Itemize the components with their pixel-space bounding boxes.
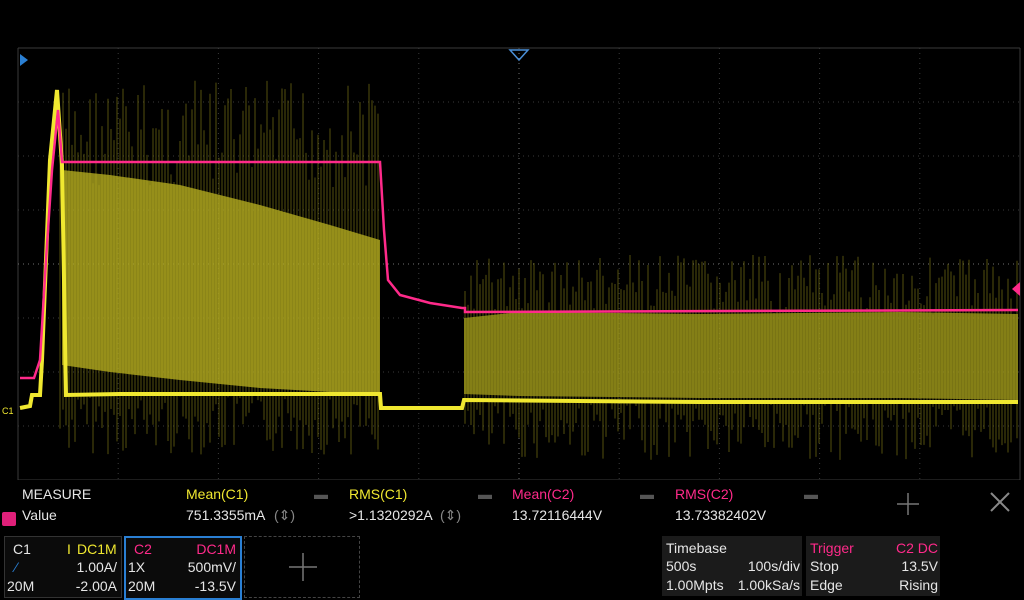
ch2-probe: 1X [128, 559, 146, 575]
ch2-name: C2 [134, 541, 152, 557]
ch1-marker-label: C1 [2, 406, 14, 416]
trigger-source: C2 DC [895, 540, 938, 556]
timebase-scale: 100s/div [747, 558, 800, 574]
status-bar: C1 I DC1M ⁄ 1.00A/ 20M -2.00A C2 DC1M 1X… [0, 534, 1024, 600]
trigger-type: Edge [810, 577, 843, 593]
measure-col-4-name[interactable]: RMS(C2) [675, 486, 733, 502]
ch1-envelope-2 [464, 312, 1018, 400]
measure-col-1-remove-icon[interactable]: ▬ [314, 486, 328, 502]
ch1-coupling: DC1M [77, 541, 117, 557]
trigger-mode: Stop [810, 558, 839, 574]
add-channel-box[interactable] [244, 536, 360, 598]
ch1-offset: -2.00A [75, 578, 117, 594]
measure-value-row: Value 751.3355mA (⇕) >1.1320292A (⇕) 13.… [0, 507, 1024, 527]
measure-title: MEASURE [22, 486, 92, 502]
updown-icon[interactable]: (⇕) [440, 507, 461, 524]
measure-col-3-name[interactable]: Mean(C2) [512, 486, 574, 502]
measure-col-2-remove-icon[interactable]: ▬ [478, 486, 492, 502]
ch1-probe-icon: ⁄ [15, 559, 18, 575]
timebase-delay: 500s [666, 558, 697, 574]
measure-panel: MEASURE Mean(C1) ▬ RMS(C1) ▬ Mean(C2) ▬ … [0, 484, 1024, 530]
measure-col-2-name[interactable]: RMS(C1) [349, 486, 407, 502]
ch2-scale: 500mV/ [187, 559, 236, 575]
measure-row-label: Value [22, 507, 57, 523]
measure-col-2-value: >1.1320292A [349, 507, 433, 523]
ch2-settings-box[interactable]: C2 DC1M 1X 500mV/ 20M -13.5V [124, 536, 242, 600]
timebase-box[interactable]: Timebase 500s 100s/div 1.00Mpts 1.00kSa/… [662, 536, 802, 596]
ch2-offset: -13.5V [194, 578, 236, 594]
ch1-scale: 1.00A/ [76, 559, 117, 575]
ch1-type: I [67, 541, 71, 557]
timebase-title: Timebase [666, 540, 727, 556]
measure-col-4-remove-icon[interactable]: ▬ [804, 486, 818, 502]
measure-col-1-value: 751.3355mA [186, 507, 266, 523]
timebase-memory: 1.00Mpts [666, 577, 724, 593]
measure-toggle-icon[interactable] [2, 512, 16, 526]
waveform-display[interactable]: C1 [0, 0, 1024, 480]
ch1-name: C1 [13, 541, 31, 557]
ch1-bandwidth: 20M [7, 578, 35, 594]
timebase-rate: 1.00kSa/s [737, 577, 800, 593]
measure-col-3-remove-icon[interactable]: ▬ [640, 486, 654, 502]
measure-col-1-name[interactable]: Mean(C1) [186, 486, 248, 502]
ch2-coupling: DC1M [196, 541, 236, 557]
ch1-settings-box[interactable]: C1 I DC1M ⁄ 1.00A/ 20M -2.00A [4, 536, 122, 598]
updown-icon[interactable]: (⇕) [274, 507, 295, 524]
trigger-title: Trigger [810, 540, 854, 556]
add-measurement-icon[interactable] [896, 492, 920, 516]
add-channel-icon[interactable] [289, 553, 317, 581]
measure-header-row: MEASURE Mean(C1) ▬ RMS(C1) ▬ Mean(C2) ▬ … [0, 486, 1024, 506]
ch2-bandwidth: 20M [128, 578, 156, 594]
trigger-slope: Rising [899, 577, 938, 593]
close-icon[interactable] [988, 490, 1012, 514]
trigger-level: 13.5V [901, 558, 938, 574]
measure-col-3-value: 13.72116444V [512, 507, 603, 523]
trigger-box[interactable]: Trigger C2 DC Stop 13.5V Edge Rising [806, 536, 940, 596]
measure-col-4-value: 13.73382402V [675, 507, 767, 523]
